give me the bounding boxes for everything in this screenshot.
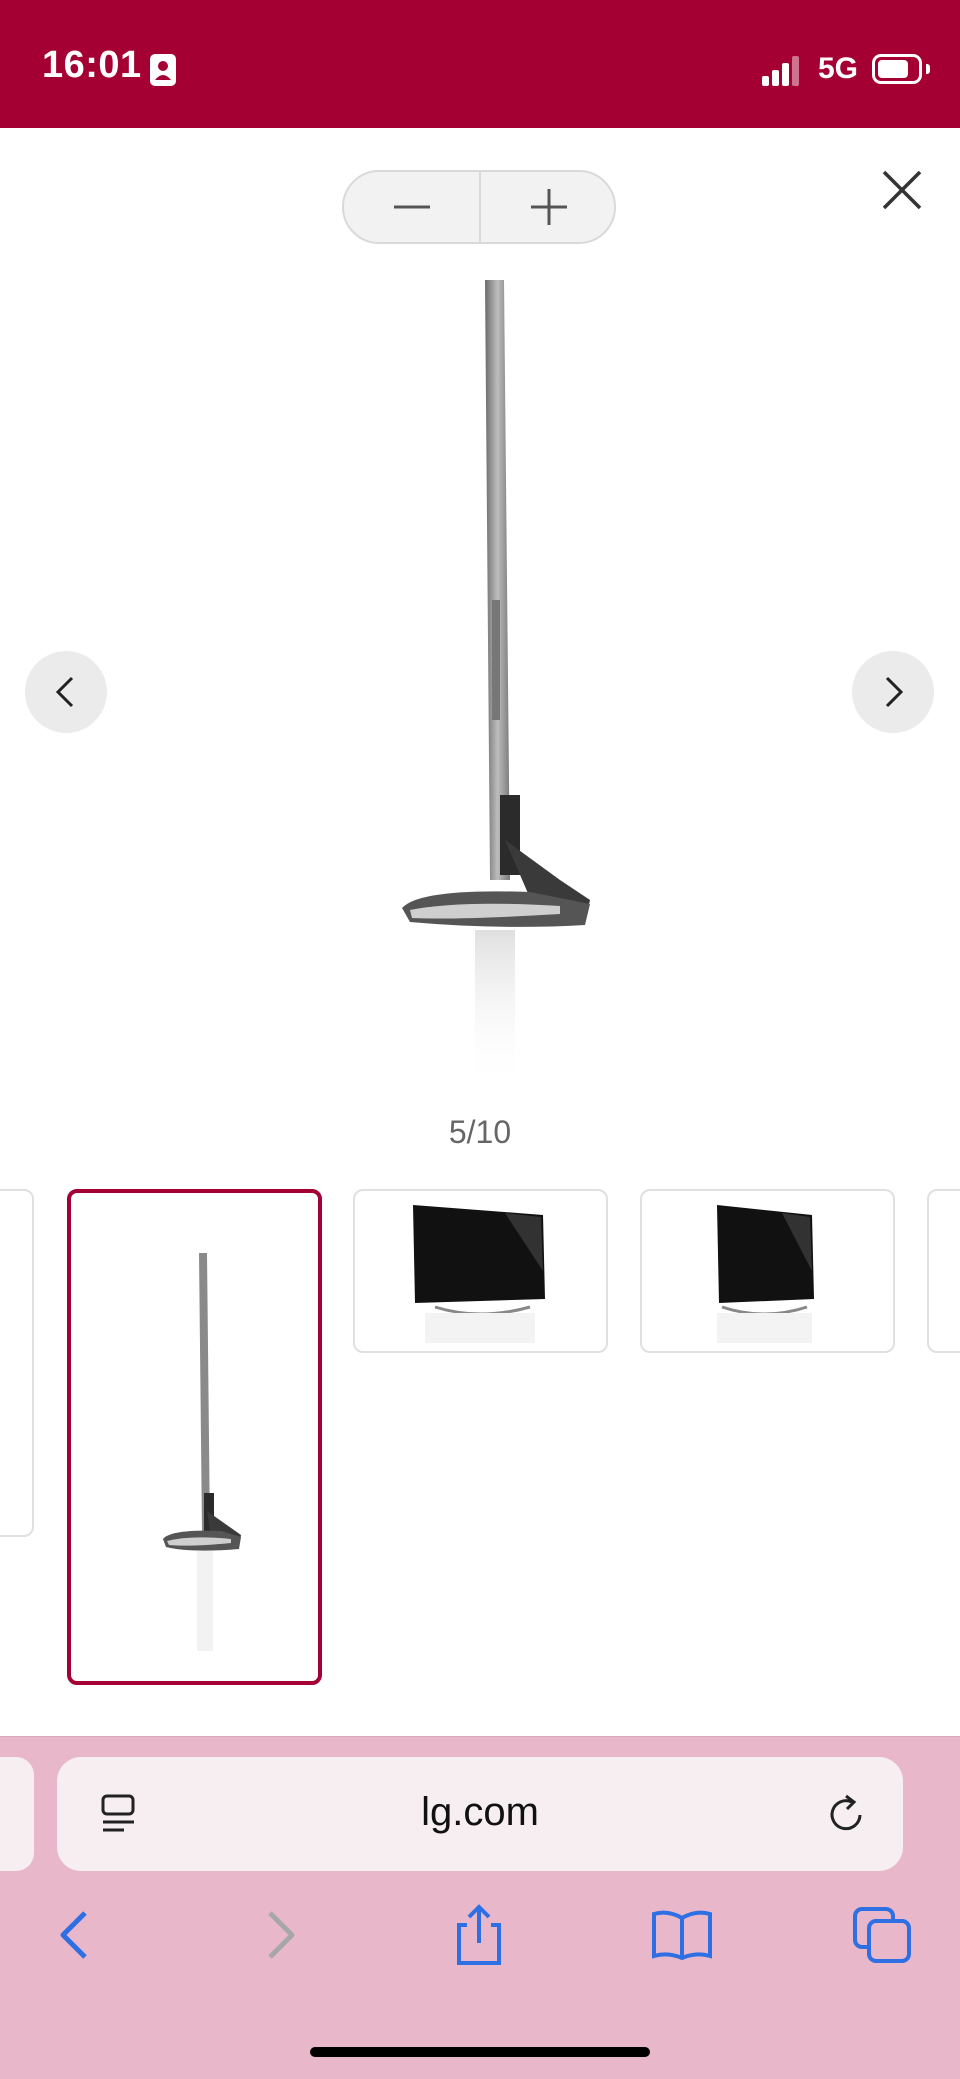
zoom-in-button[interactable] xyxy=(481,172,616,242)
chevron-left-icon xyxy=(55,676,74,708)
thumbnail-front-view-2[interactable] xyxy=(640,1189,895,1353)
home-indicator xyxy=(310,2047,650,2057)
battery-nub xyxy=(926,64,930,74)
previous-image-button[interactable] xyxy=(25,651,107,733)
minus-icon xyxy=(393,205,430,209)
tabs-icon xyxy=(853,1907,911,1963)
product-image xyxy=(380,280,640,1100)
page-settings-button[interactable] xyxy=(98,1792,144,1838)
toolbar-divider xyxy=(0,1736,960,1737)
previous-tab-preview[interactable] xyxy=(0,1757,34,1871)
status-time: 16:01 xyxy=(42,44,142,86)
forward-icon xyxy=(268,1911,295,1959)
address-text[interactable]: lg.com xyxy=(200,1790,760,1835)
battery-icon xyxy=(872,54,922,84)
share-button[interactable] xyxy=(444,1900,514,1970)
signal-icon xyxy=(762,54,799,86)
zoom-control xyxy=(342,170,616,244)
thumbnail-front-view[interactable] xyxy=(353,1189,608,1353)
close-icon xyxy=(882,170,922,210)
thumbnail-partial-right[interactable] xyxy=(927,1189,960,1353)
page-settings-icon xyxy=(101,1794,135,1832)
network-type: 5G xyxy=(818,52,859,85)
thumbnail-active[interactable] xyxy=(67,1189,322,1685)
next-image-button[interactable] xyxy=(852,651,934,733)
focus-mode-icon xyxy=(150,54,176,86)
back-icon xyxy=(60,1911,87,1959)
bookmarks-button[interactable] xyxy=(647,1900,717,1970)
thumbnail-front-image xyxy=(413,1205,545,1343)
close-button[interactable] xyxy=(872,160,932,220)
forward-button[interactable] xyxy=(245,1900,315,1970)
thumbnail-partial-left[interactable] xyxy=(0,1189,34,1537)
bookmarks-icon xyxy=(652,1910,712,1961)
share-icon xyxy=(457,1904,501,1965)
tabs-button[interactable] xyxy=(848,1900,918,1970)
thumbnail-side-view-image xyxy=(163,1253,241,1651)
plus-icon xyxy=(530,189,567,225)
thumbnail-front-image-2 xyxy=(717,1205,814,1343)
reload-button[interactable] xyxy=(822,1790,872,1840)
zoom-out-button[interactable] xyxy=(344,172,479,242)
image-counter: 5/10 xyxy=(448,1114,512,1150)
chevron-right-icon xyxy=(885,676,904,708)
back-button[interactable] xyxy=(40,1900,110,1970)
reload-icon xyxy=(830,1794,862,1831)
status-bar xyxy=(0,0,960,128)
